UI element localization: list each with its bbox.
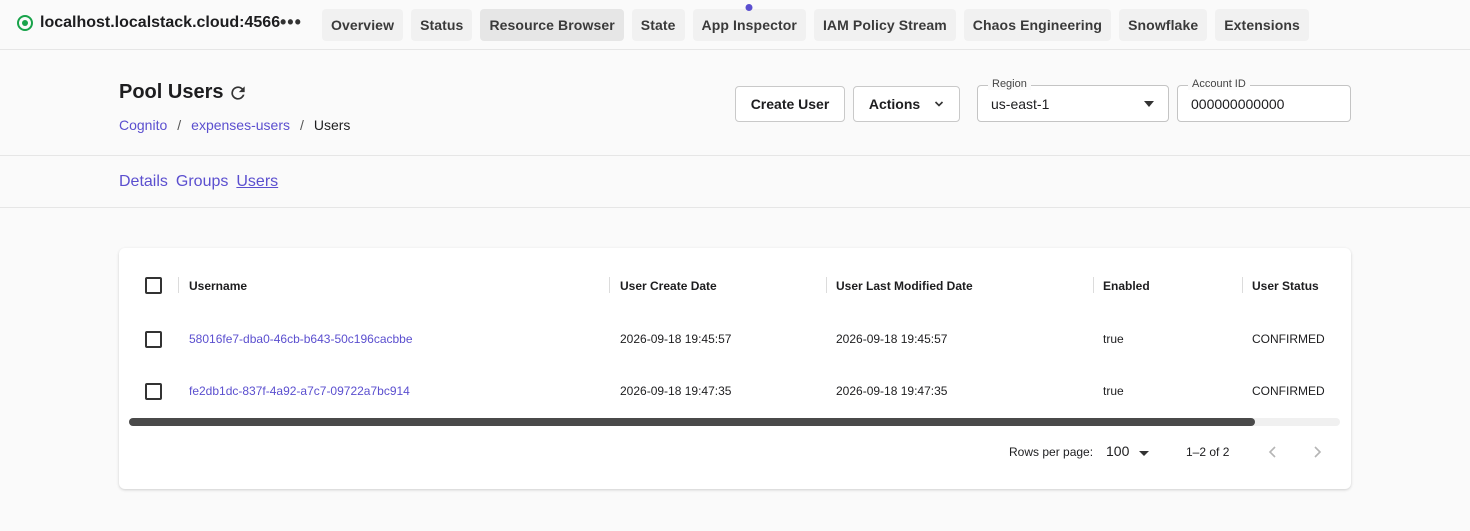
- scrollbar-thumb[interactable]: [129, 418, 1256, 426]
- column-header-modified-date[interactable]: User Last Modified Date: [836, 279, 973, 293]
- main-tabs: Overview Status Resource Browser State A…: [322, 4, 1309, 41]
- top-navigation-bar: localhost.localstack.cloud:4566 ••• Over…: [0, 0, 1470, 50]
- user-status-cell: CONFIRMED: [1252, 384, 1325, 398]
- actions-label: Actions: [868, 96, 921, 112]
- tab-iam-policy-stream[interactable]: IAM Policy Stream: [813, 9, 956, 41]
- users-table-card: Username User Create Date User Last Modi…: [119, 248, 1351, 489]
- previous-page-icon[interactable]: [1265, 444, 1281, 460]
- tab-app-inspector[interactable]: App Inspector: [692, 4, 806, 41]
- enabled-cell: true: [1103, 332, 1124, 346]
- column-separator: [826, 277, 827, 293]
- connection-status-icon: [17, 15, 33, 31]
- create-user-button[interactable]: Create User: [735, 86, 845, 122]
- horizontal-scrollbar[interactable]: [129, 418, 1340, 426]
- tab-details[interactable]: Details: [119, 173, 168, 191]
- next-page-icon[interactable]: [1309, 444, 1325, 460]
- region-value: us-east-1: [991, 96, 1050, 112]
- column-separator: [178, 277, 179, 293]
- tab-users[interactable]: Users: [236, 173, 278, 191]
- column-header-enabled[interactable]: Enabled: [1103, 279, 1150, 293]
- breadcrumb-user-pool[interactable]: expenses-users: [191, 117, 290, 133]
- column-header-user-status[interactable]: User Status: [1252, 279, 1319, 293]
- tab-state[interactable]: State: [631, 9, 685, 41]
- column-separator: [1093, 277, 1094, 293]
- user-status-cell: CONFIRMED: [1252, 332, 1325, 346]
- refresh-icon[interactable]: [228, 83, 248, 103]
- tab-chaos-engineering[interactable]: Chaos Engineering: [963, 9, 1112, 41]
- create-user-label: Create User: [750, 96, 830, 112]
- actions-button[interactable]: Actions: [853, 86, 960, 122]
- tab-resource-browser[interactable]: Resource Browser: [480, 9, 624, 41]
- username-link[interactable]: fe2db1dc-837f-4a92-a7c7-09722a7bc914: [189, 384, 410, 398]
- tab-label: Extensions: [1224, 17, 1300, 33]
- tab-label: App Inspector: [701, 17, 797, 33]
- column-header-username[interactable]: Username: [189, 279, 247, 293]
- account-id-value: 000000000000: [1191, 96, 1285, 112]
- region-label: Region: [988, 78, 1031, 90]
- host-name: localhost.localstack.cloud:4566: [40, 14, 281, 31]
- account-id-label: Account ID: [1188, 78, 1250, 90]
- caret-down-icon[interactable]: [1139, 451, 1149, 456]
- row-checkbox[interactable]: [145, 383, 162, 400]
- column-separator: [609, 277, 610, 293]
- modified-date-cell: 2026-09-18 19:45:57: [836, 332, 948, 346]
- table-row[interactable]: 58016fe7-dba0-46cb-b643-50c196cacbbe 202…: [119, 314, 1351, 366]
- tab-snowflake[interactable]: Snowflake: [1119, 9, 1208, 41]
- tab-status[interactable]: Status: [411, 9, 473, 41]
- modified-date-cell: 2026-09-18 19:47:35: [836, 384, 948, 398]
- tab-groups[interactable]: Groups: [176, 173, 228, 191]
- tab-label: Overview: [331, 17, 395, 33]
- detail-tabs: Details Groups Users: [0, 157, 1470, 208]
- table-row[interactable]: fe2db1dc-837f-4a92-a7c7-09722a7bc914 202…: [119, 366, 1351, 418]
- tab-label: Chaos Engineering: [972, 17, 1103, 33]
- create-date-cell: 2026-09-18 19:45:57: [620, 332, 732, 346]
- host-indicator[interactable]: localhost.localstack.cloud:4566: [17, 14, 280, 32]
- column-separator: [1242, 277, 1243, 293]
- breadcrumb-cognito[interactable]: Cognito: [119, 117, 167, 133]
- breadcrumb: Cognito / expenses-users / Users: [119, 117, 350, 133]
- notification-dot-icon: [745, 4, 753, 11]
- tab-overview[interactable]: Overview: [322, 9, 404, 41]
- tab-label: Snowflake: [1128, 17, 1199, 33]
- tab-label: Resource Browser: [489, 17, 615, 33]
- tab-extensions[interactable]: Extensions: [1215, 9, 1309, 41]
- more-horizontal-icon[interactable]: •••: [280, 12, 302, 33]
- select-all-checkbox[interactable]: [145, 277, 162, 294]
- rows-per-page-select[interactable]: 100: [1106, 443, 1129, 459]
- enabled-cell: true: [1103, 384, 1124, 398]
- caret-down-icon: [1144, 101, 1154, 107]
- breadcrumb-separator: /: [177, 117, 182, 133]
- rows-per-page-label: Rows per page:: [1009, 445, 1094, 459]
- breadcrumb-current: Users: [313, 117, 351, 133]
- column-header-create-date[interactable]: User Create Date: [620, 279, 717, 293]
- tab-label: State: [640, 17, 676, 33]
- tab-label: IAM Policy Stream: [822, 17, 947, 33]
- create-date-cell: 2026-09-18 19:47:35: [620, 384, 732, 398]
- row-checkbox[interactable]: [145, 331, 162, 348]
- tab-label: Status: [420, 17, 464, 33]
- page-title: Pool Users: [119, 81, 224, 103]
- chevron-down-icon: [935, 101, 944, 107]
- pagination-range: 1–2 of 2: [1186, 445, 1230, 459]
- username-link[interactable]: 58016fe7-dba0-46cb-b643-50c196cacbbe: [189, 332, 413, 346]
- region-select[interactable]: Region us-east-1: [977, 78, 1169, 122]
- page-header: Pool Users Cognito / expenses-users / Us…: [0, 50, 1470, 156]
- account-id-field[interactable]: Account ID 000000000000: [1177, 78, 1351, 122]
- breadcrumb-separator: /: [299, 117, 304, 133]
